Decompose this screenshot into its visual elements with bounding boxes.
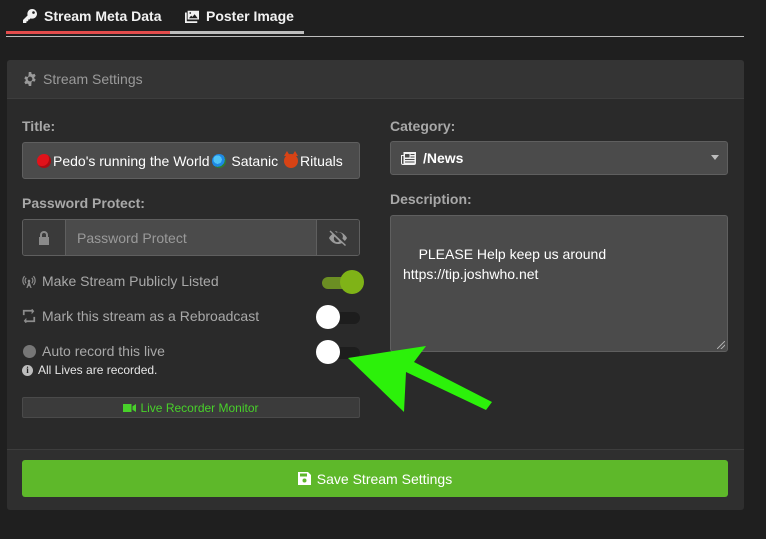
lock-icon-addon bbox=[23, 220, 65, 255]
title-label: Title: bbox=[22, 118, 56, 134]
lock-icon bbox=[39, 230, 49, 245]
password-label: Password Protect: bbox=[22, 195, 145, 211]
card-header: Stream Settings bbox=[7, 60, 744, 99]
title-text-part2: Satanic bbox=[227, 152, 282, 169]
devil-face-icon bbox=[284, 150, 298, 168]
record-dot-icon bbox=[22, 344, 36, 358]
broadcast-tower-icon bbox=[22, 274, 36, 288]
toggle-label: Make Stream Publicly Listed bbox=[42, 273, 219, 289]
stream-settings-card: Stream Settings Title: Pedo's running th… bbox=[7, 60, 744, 510]
toggle-label: Auto record this live bbox=[42, 343, 165, 359]
description-text: PLEASE Help keep us around https://tip.j… bbox=[403, 246, 607, 282]
note-text: All Lives are recorded. bbox=[38, 363, 158, 377]
video-camera-icon bbox=[123, 403, 137, 412]
key-icon bbox=[23, 8, 37, 23]
resize-handle[interactable] bbox=[717, 341, 725, 349]
toggle-row-rebroadcast: Mark this stream as a Rebroadcast bbox=[22, 304, 362, 329]
password-input[interactable] bbox=[65, 220, 317, 255]
image-icon bbox=[185, 10, 199, 23]
info-icon: i bbox=[22, 364, 33, 376]
public-listed-switch[interactable] bbox=[320, 270, 364, 294]
title-text-part1: Pedo's running the World bbox=[53, 152, 210, 169]
chevron-down-icon bbox=[711, 155, 719, 160]
toggle-label: Mark this stream as a Rebroadcast bbox=[42, 308, 260, 324]
toggle-password-visibility-button[interactable] bbox=[317, 220, 359, 255]
category-label: Category: bbox=[390, 118, 456, 134]
category-select[interactable]: /News bbox=[390, 141, 728, 175]
description-label: Description: bbox=[390, 191, 472, 207]
title-input[interactable]: Pedo's running the World Satanic Rituals bbox=[22, 142, 360, 179]
red-circle-icon bbox=[37, 153, 51, 168]
tab-label: Stream Meta Data bbox=[44, 7, 162, 24]
tab-bar: Stream Meta Data Poster Image bbox=[6, 0, 744, 37]
floppy-disk-icon bbox=[297, 472, 311, 485]
monitor-button-label: Live Recorder Monitor bbox=[140, 400, 259, 415]
live-recorder-monitor-button[interactable]: Live Recorder Monitor bbox=[22, 397, 360, 418]
gear-icon bbox=[24, 72, 36, 86]
description-textarea[interactable]: PLEASE Help keep us around https://tip.j… bbox=[390, 215, 728, 352]
retweet-icon bbox=[22, 309, 36, 323]
toggle-row-public: Make Stream Publicly Listed bbox=[22, 269, 364, 294]
save-stream-settings-button[interactable]: Save Stream Settings bbox=[22, 460, 728, 497]
rebroadcast-switch[interactable] bbox=[316, 305, 362, 329]
auto-record-note: i All Lives are recorded. bbox=[22, 363, 157, 377]
save-button-label: Save Stream Settings bbox=[316, 470, 453, 487]
card-title: Stream Settings bbox=[43, 71, 143, 87]
tab-poster-image[interactable]: Poster Image bbox=[170, 0, 304, 34]
tab-label: Poster Image bbox=[206, 7, 294, 24]
newspaper-icon bbox=[401, 151, 416, 165]
eye-slash-icon bbox=[329, 230, 347, 246]
toggle-row-auto-record: Auto record this live bbox=[22, 339, 362, 364]
globe-icon bbox=[211, 153, 226, 168]
tab-stream-meta-data[interactable]: Stream Meta Data bbox=[6, 0, 170, 34]
title-text-part3: Rituals bbox=[300, 152, 343, 169]
password-group bbox=[22, 219, 360, 256]
category-value: /News bbox=[423, 150, 464, 166]
auto-record-switch[interactable] bbox=[316, 340, 362, 364]
